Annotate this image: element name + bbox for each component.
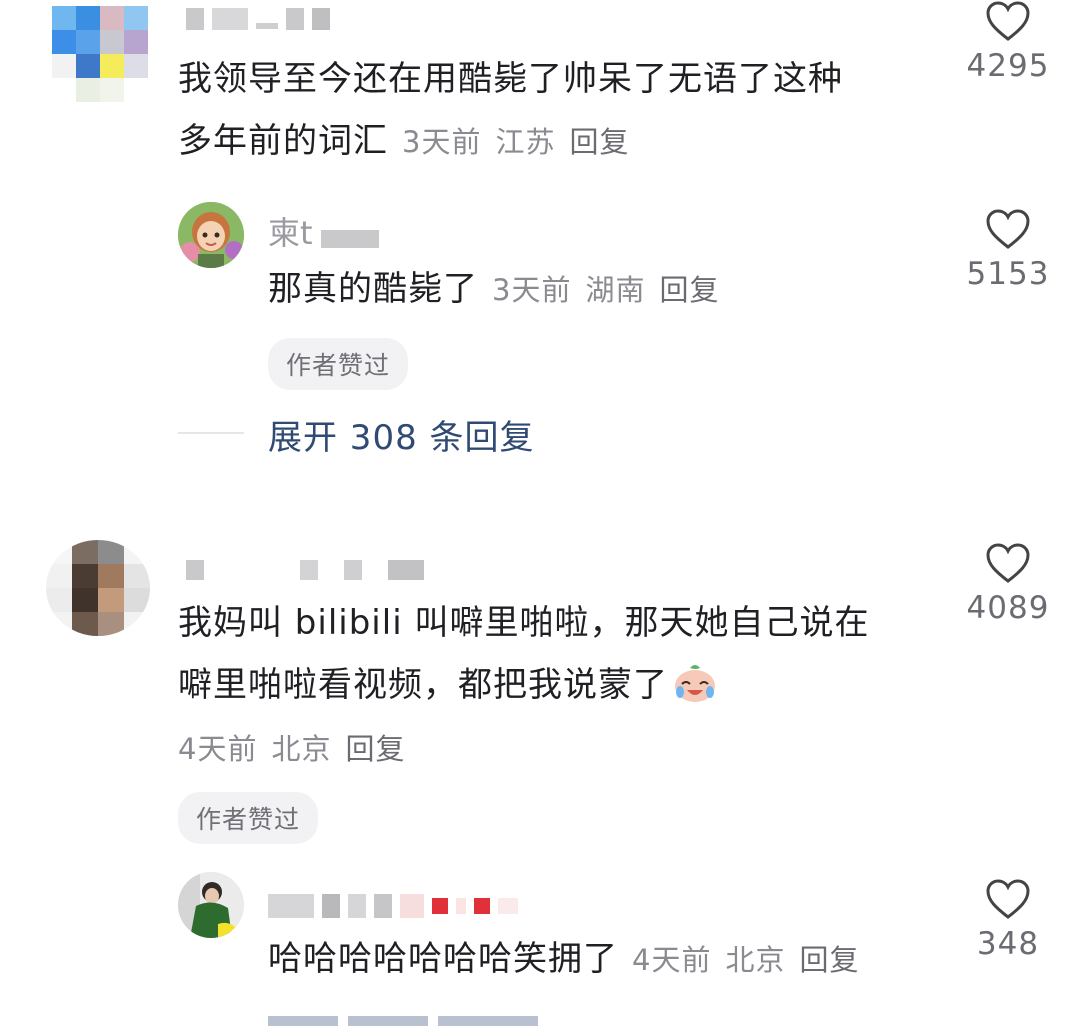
like-count: 4089 (966, 590, 1050, 626)
comment-section: 我领导至今还在用酷毙了帅呆了无语了这种 多年前的词汇 3天前 江苏 回复 429… (0, 0, 1080, 1026)
comment-line: 我领导至今还在用酷毙了帅呆了无语了这种 (178, 59, 843, 99)
crying-laughing-emoji-icon (675, 665, 715, 702)
avatar[interactable] (52, 6, 148, 102)
comment-text: 我妈叫 bilibili 叫噼里啪啦，那天她自己说在 噼里啪啦看视频，都把我说蒙… (178, 592, 958, 716)
reply-text: 哈哈哈哈哈哈哈笑拥了 (268, 939, 618, 979)
reply-username[interactable]: 柬t (268, 208, 379, 254)
comment-time: 4天前 (178, 732, 258, 766)
reply-text-row: 那真的酷毙了 3天前 湖南 回复 (268, 258, 719, 321)
reply-username-text: 柬t (268, 214, 313, 252)
reply-text: 那真的酷毙了 (268, 269, 478, 309)
heart-icon (986, 879, 1030, 919)
like-count: 348 (976, 926, 1040, 962)
username-blurred[interactable] (186, 8, 330, 30)
like-count: 4295 (966, 48, 1050, 84)
like-button[interactable]: 4295 (960, 0, 1056, 84)
reply-button[interactable]: 回复 (659, 259, 719, 321)
cartoon-avatar-icon (178, 202, 244, 268)
reply-time: 4天前 (632, 943, 712, 977)
author-liked-badge: 作者赞过 (268, 338, 409, 390)
reply-text-row: 哈哈哈哈哈哈哈笑拥了 4天前 北京 回复 (268, 928, 859, 991)
like-button[interactable]: 348 (960, 878, 1056, 962)
comment-location: 江苏 (495, 125, 556, 159)
clipped-expand-replies (268, 1014, 558, 1026)
divider (178, 432, 244, 434)
like-count: 5153 (966, 256, 1050, 292)
comment-line: 噼里啪啦看视频，都把我说蒙了 (178, 654, 958, 716)
reply-username-blurred[interactable] (268, 894, 518, 918)
comment-location: 北京 (271, 732, 332, 766)
like-button[interactable]: 5153 (960, 208, 1056, 292)
comment-time: 3天前 (402, 125, 482, 159)
reply-avatar[interactable] (178, 202, 244, 268)
like-button[interactable]: 4089 (960, 542, 1056, 626)
reply-time: 3天前 (492, 273, 572, 307)
heart-icon (986, 209, 1030, 249)
comment-text: 我领导至今还在用酷毙了帅呆了无语了这种 多年前的词汇 3天前 江苏 回复 (178, 48, 938, 173)
reply-button[interactable]: 回复 (569, 111, 629, 173)
reply-avatar[interactable] (178, 872, 244, 938)
avatar[interactable] (46, 540, 150, 636)
reply-button[interactable]: 回复 (799, 929, 859, 991)
comment-line: 多年前的词汇 (178, 121, 388, 161)
username-blurred[interactable] (186, 560, 424, 580)
expand-replies-button[interactable]: 展开 308 条回复 (268, 410, 535, 459)
heart-icon (986, 543, 1030, 583)
username-blur (320, 230, 379, 248)
reply-button[interactable]: 回复 (345, 726, 405, 768)
heart-icon (986, 1, 1030, 41)
comment-line-text: 噼里啪啦看视频，都把我说蒙了 (178, 665, 668, 705)
comment-line: 我妈叫 bilibili 叫噼里啪啦，那天她自己说在 (178, 603, 870, 643)
person-photo-icon (178, 872, 244, 938)
author-liked-badge: 作者赞过 (178, 792, 319, 844)
reply-location: 湖南 (585, 273, 646, 307)
reply-location: 北京 (725, 943, 786, 977)
comment-meta: 4天前 北京 回复 (178, 726, 405, 768)
